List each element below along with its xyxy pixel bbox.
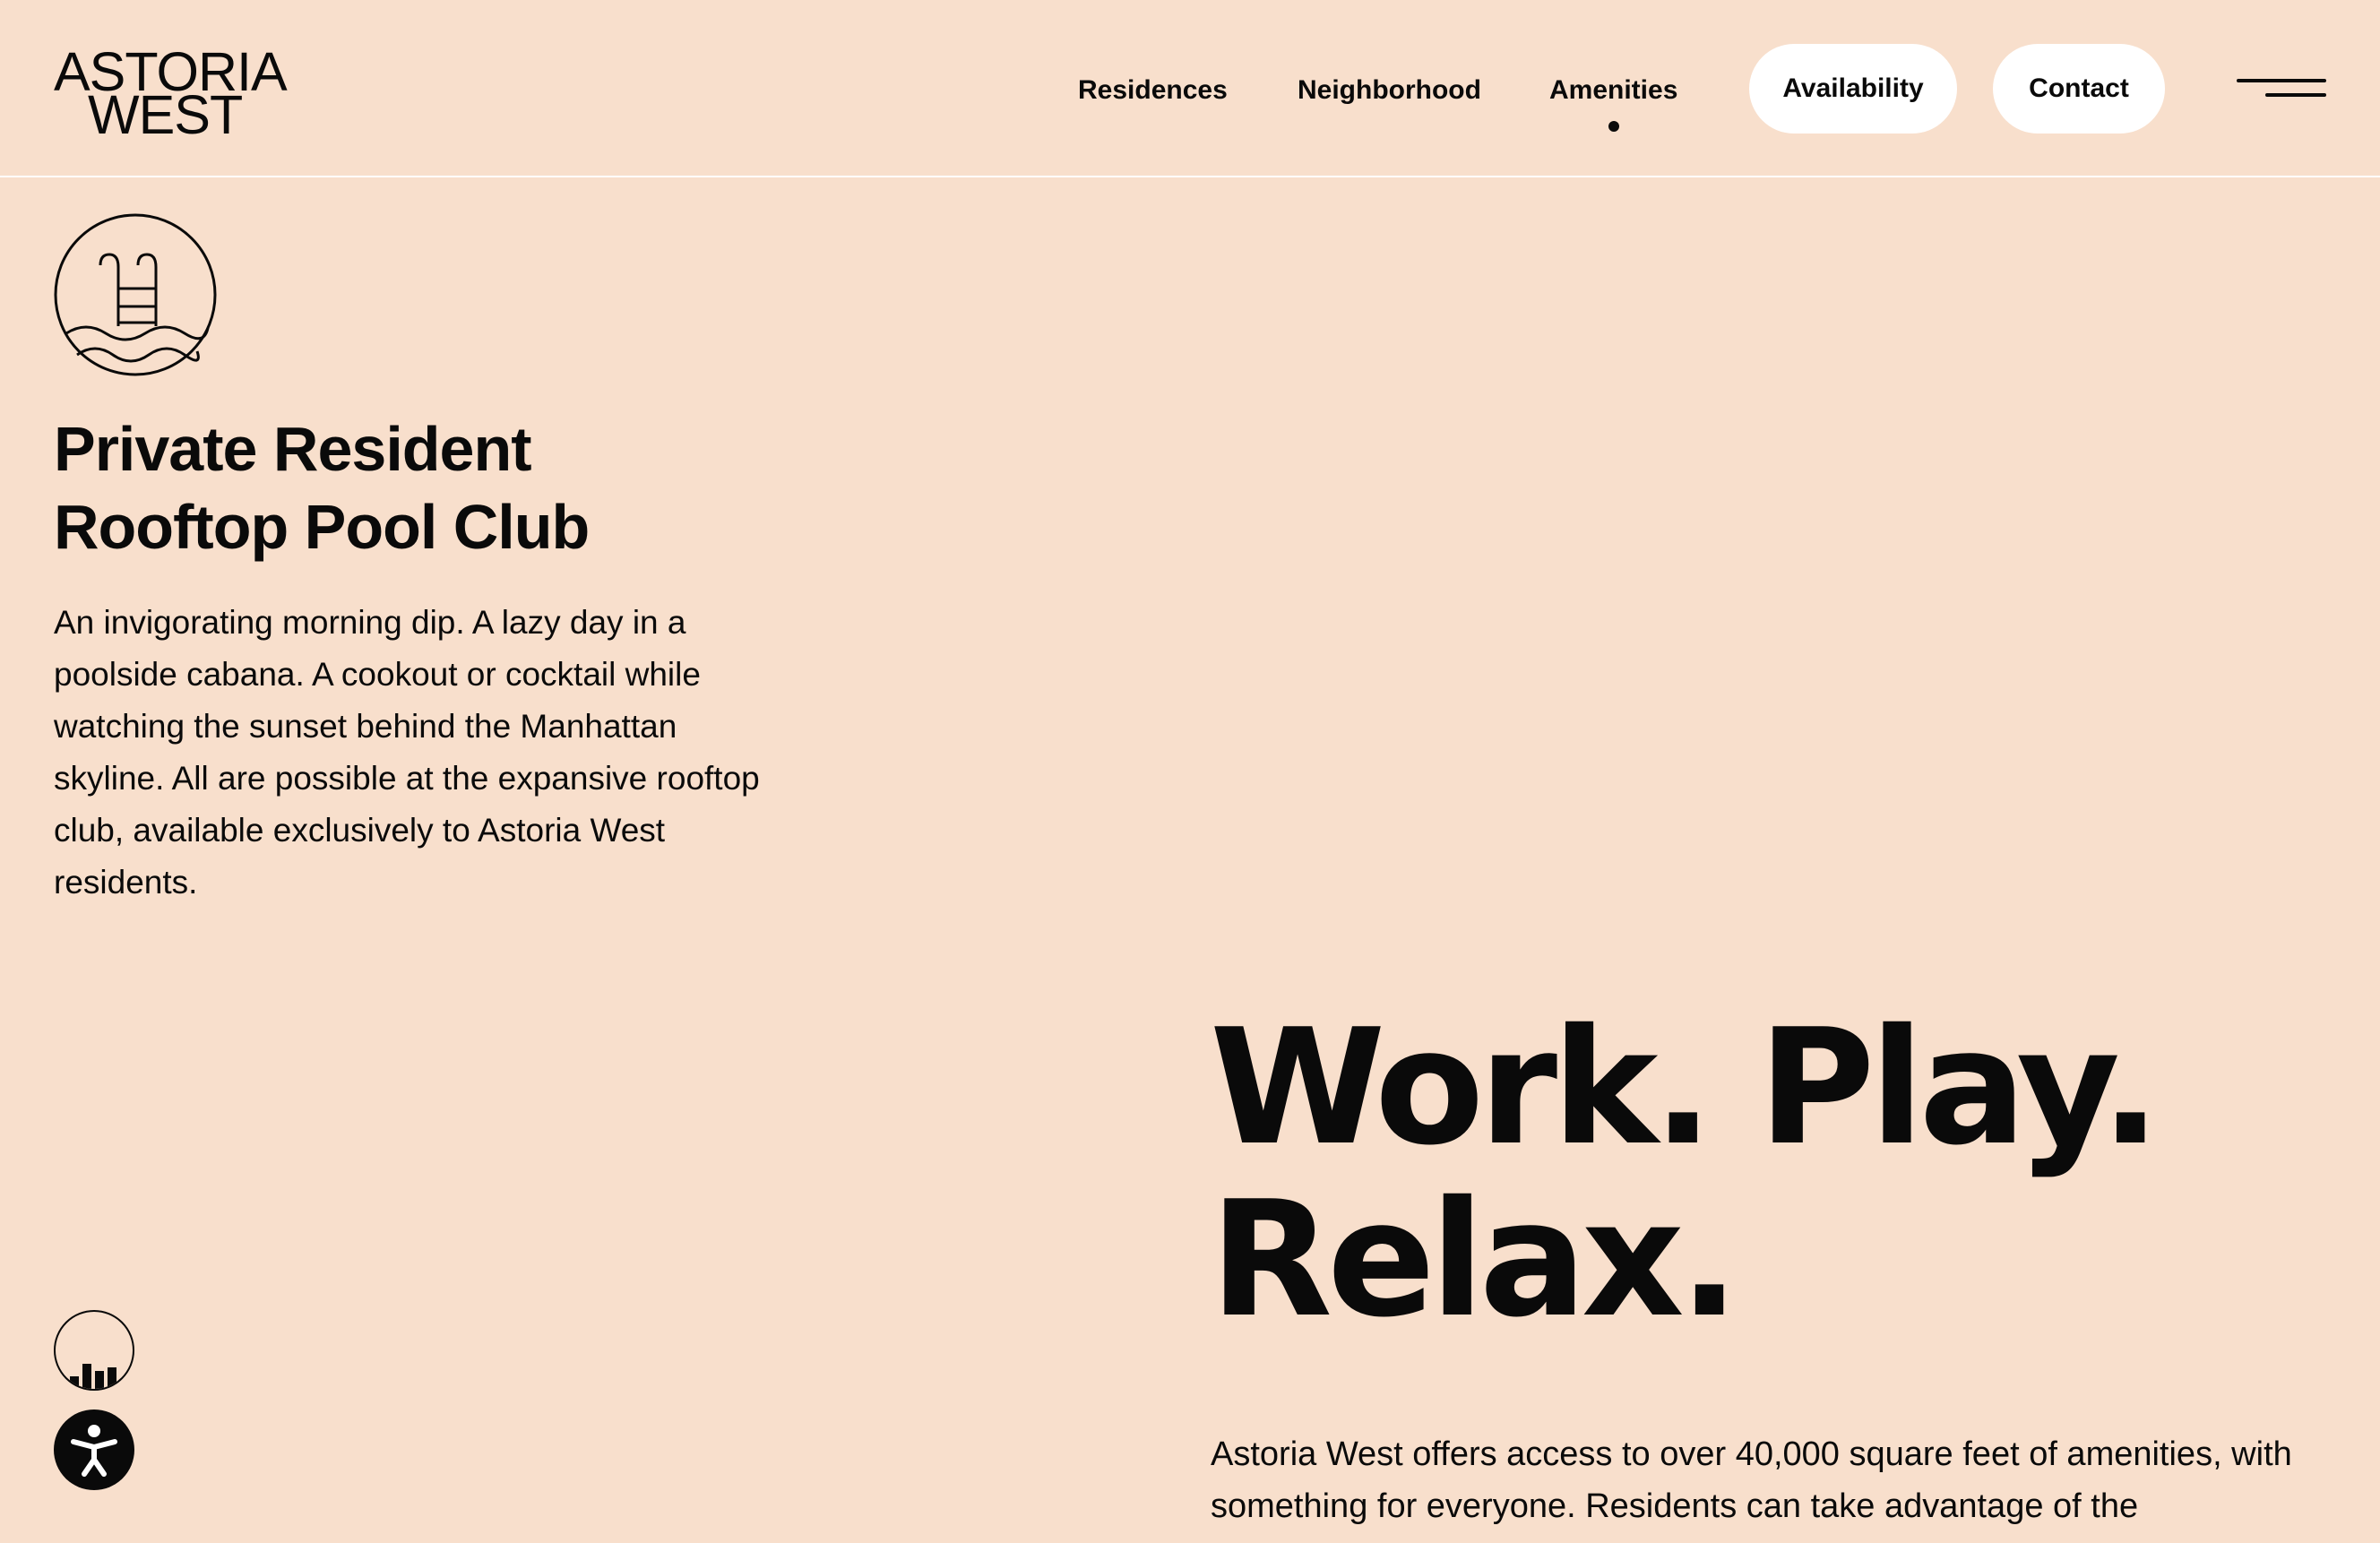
pool-title-line-1: Private Resident xyxy=(54,414,532,484)
menu-bar-top xyxy=(2237,79,2326,82)
menu-bar-bottom xyxy=(2265,93,2326,97)
nav-link-neighborhood[interactable]: Neighborhood xyxy=(1298,75,1481,106)
contact-button[interactable]: Contact xyxy=(1993,44,2165,134)
hero-title-line-1: Work. Play. xyxy=(1210,995,2160,1180)
active-nav-indicator xyxy=(1608,121,1619,132)
site-header: ASTORIA WEST Residences Neighborhood Ame… xyxy=(0,0,2380,177)
building-chart-icon[interactable] xyxy=(54,1310,134,1391)
accessibility-icon[interactable] xyxy=(54,1409,134,1490)
pool-club-description: An invigorating morning dip. A lazy day … xyxy=(54,604,760,901)
astoria-west-logo[interactable]: ASTORIA WEST xyxy=(54,45,288,142)
hero-title-line-2: Relax. xyxy=(1210,1167,1739,1352)
pool-title-line-2: Rooftop Pool Club xyxy=(54,492,590,562)
nav-link-residences[interactable]: Residences xyxy=(1078,75,1228,106)
availability-button[interactable]: Availability xyxy=(1749,44,1957,134)
pool-ladder-icon xyxy=(54,213,217,376)
hamburger-menu-icon[interactable] xyxy=(2233,68,2328,106)
pool-club-title: Private Resident Rooftop Pool Club xyxy=(54,410,771,566)
nav-link-amenities[interactable]: Amenities xyxy=(1549,75,1677,106)
hero-title: Work. Play. Relax. xyxy=(1210,1002,2357,1346)
logo-line-2: WEST xyxy=(88,84,243,145)
hero-description: Astoria West offers access to over 40,00… xyxy=(1211,1435,2292,1525)
